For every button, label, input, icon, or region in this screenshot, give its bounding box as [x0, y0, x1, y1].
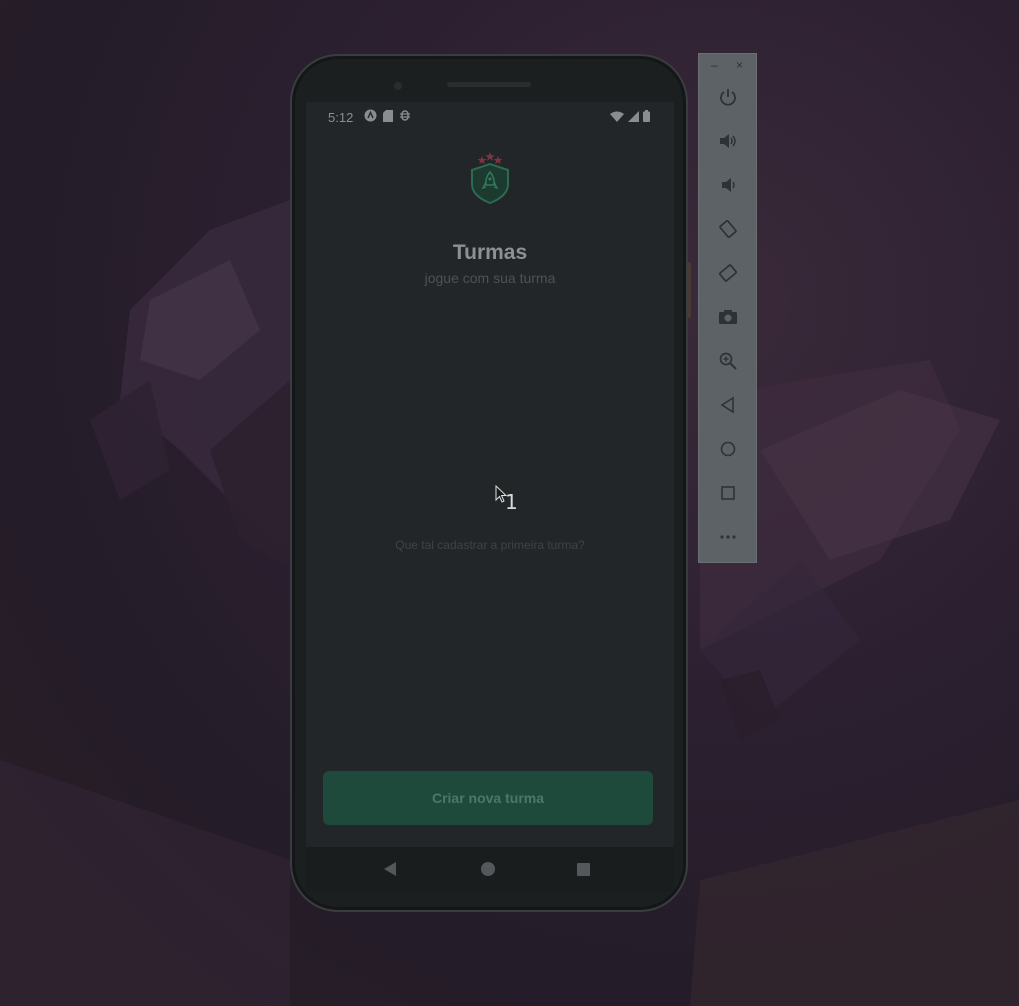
- recents-icon[interactable]: [577, 863, 590, 876]
- page-subtitle: jogue com sua turma: [424, 270, 556, 286]
- back-icon[interactable]: [715, 392, 741, 418]
- app-notification-icon: [364, 109, 377, 125]
- phone-screen: 5:12 Turmas jogue com sua turma Que tal …: [306, 102, 674, 892]
- cursor-text-label: 1: [505, 490, 518, 514]
- emulator-toolbar: – ×: [698, 53, 757, 563]
- overview-icon[interactable]: [715, 480, 741, 506]
- status-right-icons: [610, 110, 650, 125]
- rotate-left-icon[interactable]: [715, 216, 741, 242]
- status-left-icons: [364, 109, 411, 125]
- power-icon[interactable]: [715, 84, 741, 110]
- minimize-button[interactable]: –: [711, 58, 718, 72]
- battery-icon: [643, 110, 650, 125]
- front-camera: [394, 82, 402, 90]
- android-nav-bar: [306, 847, 674, 892]
- close-window-button[interactable]: ×: [736, 58, 743, 72]
- home-icon[interactable]: [481, 862, 495, 876]
- earpiece-speaker: [447, 82, 531, 87]
- signal-icon: [628, 110, 639, 125]
- status-bar: 5:12: [306, 102, 674, 130]
- app-logo-icon: [468, 152, 512, 205]
- more-icon[interactable]: [715, 524, 741, 550]
- debug-icon: [399, 109, 411, 125]
- wifi-icon: [610, 110, 624, 125]
- volume-down-icon[interactable]: [715, 172, 741, 198]
- empty-list-message: Que tal cadastrar a primeira turma?: [395, 538, 585, 552]
- desktop-background: 5:12 Turmas jogue com sua turma Que tal …: [0, 0, 1019, 1006]
- home-icon[interactable]: [715, 436, 741, 462]
- back-icon[interactable]: [384, 862, 396, 876]
- volume-up-icon[interactable]: [715, 128, 741, 154]
- phone-side-button[interactable]: [687, 262, 691, 318]
- status-time: 5:12: [328, 110, 354, 125]
- zoom-icon[interactable]: [715, 348, 741, 374]
- page-title: Turmas: [452, 241, 528, 264]
- create-group-button[interactable]: Criar nova turma: [323, 771, 653, 825]
- sd-card-icon: [383, 109, 393, 125]
- rotate-right-icon[interactable]: [715, 260, 741, 286]
- screenshot-icon[interactable]: [715, 304, 741, 330]
